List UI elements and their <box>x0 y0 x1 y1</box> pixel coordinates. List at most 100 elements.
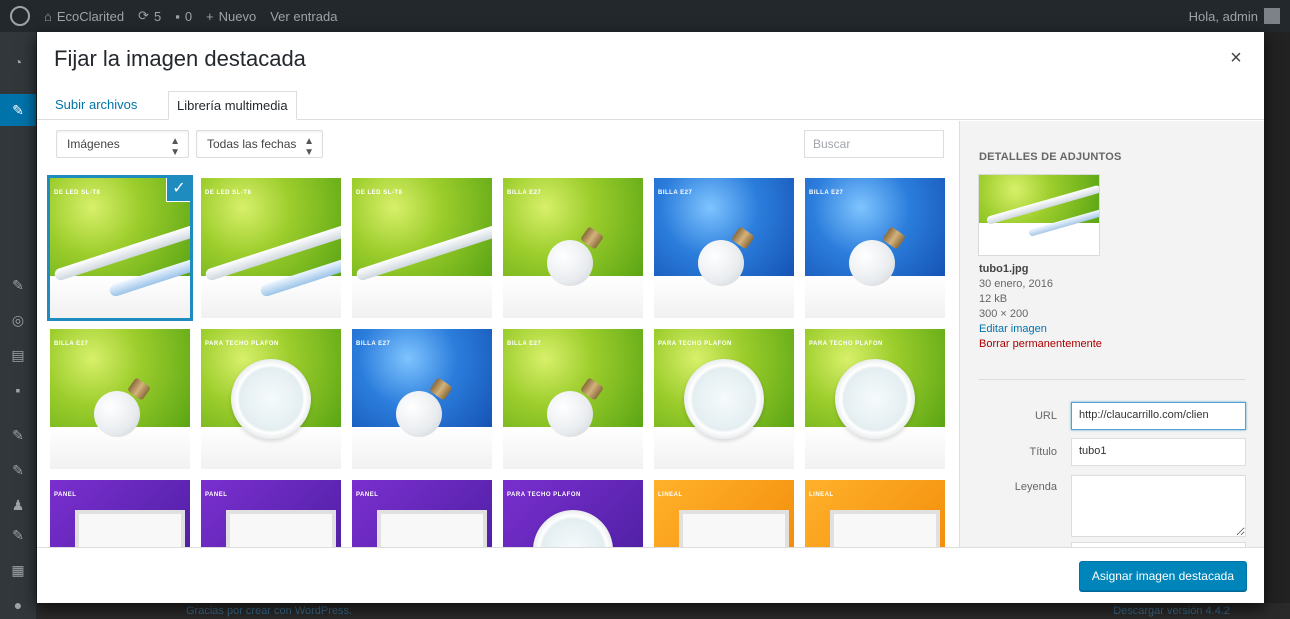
attachment-tile[interactable]: PARA TECHO PLAFON <box>654 329 794 469</box>
search-input[interactable] <box>804 130 944 158</box>
attachment-tile[interactable]: BILLA E27 <box>805 178 945 318</box>
tab-upload-files[interactable]: Subir archivos <box>47 91 145 120</box>
attachment-tile[interactable]: DE LED SL-T8 ✓ <box>50 178 190 318</box>
attachment-label: PANEL <box>54 492 77 498</box>
select-arrows-icon: ▲ ▼ <box>170 136 180 158</box>
media-icon[interactable]: ◎ <box>10 312 26 328</box>
attachments-browser: Imágenes ▲▼ Todas las fechas ▲▼ DE LED S… <box>37 121 959 547</box>
pin-icon[interactable]: ✎ <box>0 94 36 126</box>
appearance-icon[interactable]: ✎ <box>10 427 26 443</box>
flat-panel-image <box>75 510 185 547</box>
checkmark-icon[interactable]: ✓ <box>167 178 190 201</box>
led-bulb-image <box>547 240 593 286</box>
tools-icon[interactable]: ✎ <box>10 277 26 293</box>
settings-icon[interactable]: ✎ <box>10 527 26 543</box>
new-content-link[interactable]: + Nuevo <box>206 9 256 24</box>
attachment-thumbnail <box>979 175 1099 255</box>
attachment-tile[interactable]: BILLA E27 <box>503 178 643 318</box>
footer-version[interactable]: Descargar versión 4.4.2 <box>1113 605 1230 617</box>
led-bulb-image <box>698 240 744 286</box>
attachment-date: 30 enero, 2016 <box>979 278 1054 290</box>
attachment-label: BILLA E27 <box>54 341 89 347</box>
attachment-tile[interactable]: BILLA E27 <box>50 329 190 469</box>
home-icon: ⌂ <box>44 8 52 24</box>
round-panel-image <box>835 359 915 439</box>
caption-field[interactable] <box>1071 475 1246 537</box>
url-field[interactable]: http://claucarrillo.com/clien <box>1071 402 1246 430</box>
led-bulb-image <box>547 391 593 437</box>
attachment-label: DE LED SL-T8 <box>356 190 403 196</box>
attachment-label: PARA TECHO PLAFON <box>507 492 581 498</box>
users-icon[interactable]: ♟ <box>10 497 26 513</box>
attachment-tile[interactable]: BILLA E27 <box>654 178 794 318</box>
details-divider <box>979 379 1245 380</box>
grid-icon[interactable]: ▦ <box>10 562 26 578</box>
attachment-tile[interactable]: PARA TECHO PLAFON <box>805 329 945 469</box>
attachment-label: PARA TECHO PLAFON <box>658 341 732 347</box>
attachment-tile[interactable]: PANEL <box>352 480 492 547</box>
comments-icon[interactable]: ▪ <box>10 382 26 398</box>
tab-media-library[interactable]: Librería multimedia <box>168 91 297 120</box>
collapse-icon[interactable]: ● <box>10 597 26 613</box>
wordpress-logo-icon[interactable] <box>10 6 30 26</box>
admin-side-menu: ◔ ✎ ✎ ◎ ▤ ▪ ✎ ✎ ♟ ✎ ▦ ● <box>0 32 36 619</box>
attachment-label: BILLA E27 <box>507 190 542 196</box>
round-panel-image <box>231 359 311 439</box>
title-field[interactable]: tubo1 <box>1071 438 1246 466</box>
media-footer-toolbar: Asignar imagen destacada <box>37 547 1264 603</box>
media-toolbar: Imágenes ▲ ▼ Todas las fechas ▲ ▼ <box>37 121 959 171</box>
modal-title: Fijar la imagen destacada <box>54 46 306 71</box>
flat-panel-image <box>377 510 487 547</box>
attachment-tile[interactable]: DE LED SL-T8 <box>352 178 492 318</box>
attachment-label: PARA TECHO PLAFON <box>809 341 883 347</box>
attachment-tile[interactable]: PANEL <box>50 480 190 547</box>
attachment-tile[interactable]: LINEAL <box>654 480 794 547</box>
flat-panel-image <box>830 510 940 547</box>
attachment-tile[interactable]: PARA TECHO PLAFON <box>503 480 643 547</box>
site-name-link[interactable]: ⌂ EcoClarited <box>44 9 124 24</box>
plugins-icon[interactable]: ✎ <box>10 462 26 478</box>
attachment-label: PANEL <box>356 492 379 498</box>
attachment-floor <box>352 276 492 318</box>
attachment-tile[interactable]: BILLA E27 <box>503 329 643 469</box>
comments-link[interactable]: ▪ 0 <box>175 9 192 24</box>
delete-permanently-link[interactable]: Borrar permanentemente <box>979 337 1102 352</box>
flat-panel-image <box>226 510 336 547</box>
updates-link[interactable]: ⟳ 5 <box>138 8 161 24</box>
led-bulb-image <box>849 240 895 286</box>
attachment-label: PARA TECHO PLAFON <box>205 341 279 347</box>
edit-image-link[interactable]: Editar imagen <box>979 322 1102 337</box>
background-footer: Gracias por crear con WordPress. Descarg… <box>36 603 1290 619</box>
attachment-label: LINEAL <box>658 492 683 498</box>
footer-credit[interactable]: Gracias por crear con WordPress. <box>186 605 352 617</box>
media-router: Subir archivos Librería multimedia <box>37 84 1264 120</box>
details-heading: Detalles de adjuntos <box>979 151 1122 163</box>
view-entry-link[interactable]: Ver entrada <box>270 9 337 24</box>
account-greeting[interactable]: Hola, admin <box>1189 9 1258 24</box>
media-modal: Fijar la imagen destacada × Subir archiv… <box>37 32 1264 603</box>
attachment-label: BILLA E27 <box>356 341 391 347</box>
attachment-label: LINEAL <box>809 492 834 498</box>
admin-bar: ⌂ EcoClarited ⟳ 5 ▪ 0 + Nuevo Ver entrada Ho… <box>0 0 1290 32</box>
media-type-filter[interactable]: Imágenes ▲ ▼ <box>56 130 189 158</box>
attachment-label: DE LED SL-T8 <box>54 190 101 196</box>
attachment-tile[interactable]: LINEAL <box>805 480 945 547</box>
avatar[interactable] <box>1264 8 1280 24</box>
attachment-dimensions: 300 × 200 <box>979 308 1029 320</box>
title-label: Título <box>1029 446 1057 458</box>
attachment-label: BILLA E27 <box>658 190 693 196</box>
led-bulb-image <box>94 391 140 437</box>
set-featured-image-button[interactable]: Asignar imagen destacada <box>1078 561 1247 591</box>
attachment-details-sidebar: Detalles de adjuntos tubo1.jpg 30 enero,… <box>959 121 1264 547</box>
close-icon[interactable]: × <box>1226 48 1246 68</box>
attachment-tile[interactable]: DE LED SL-T8 <box>201 178 341 318</box>
flat-panel-image <box>679 510 789 547</box>
date-filter[interactable]: Todas las fechas ▲ ▼ <box>196 130 323 158</box>
pages-icon[interactable]: ▤ <box>10 347 26 363</box>
dashboard-icon[interactable]: ◔ <box>10 54 26 70</box>
attachment-tile[interactable]: PARA TECHO PLAFON <box>201 329 341 469</box>
refresh-icon: ⟳ <box>138 8 149 23</box>
attachment-label: PANEL <box>205 492 228 498</box>
attachment-tile[interactable]: PANEL <box>201 480 341 547</box>
attachment-tile[interactable]: BILLA E27 <box>352 329 492 469</box>
